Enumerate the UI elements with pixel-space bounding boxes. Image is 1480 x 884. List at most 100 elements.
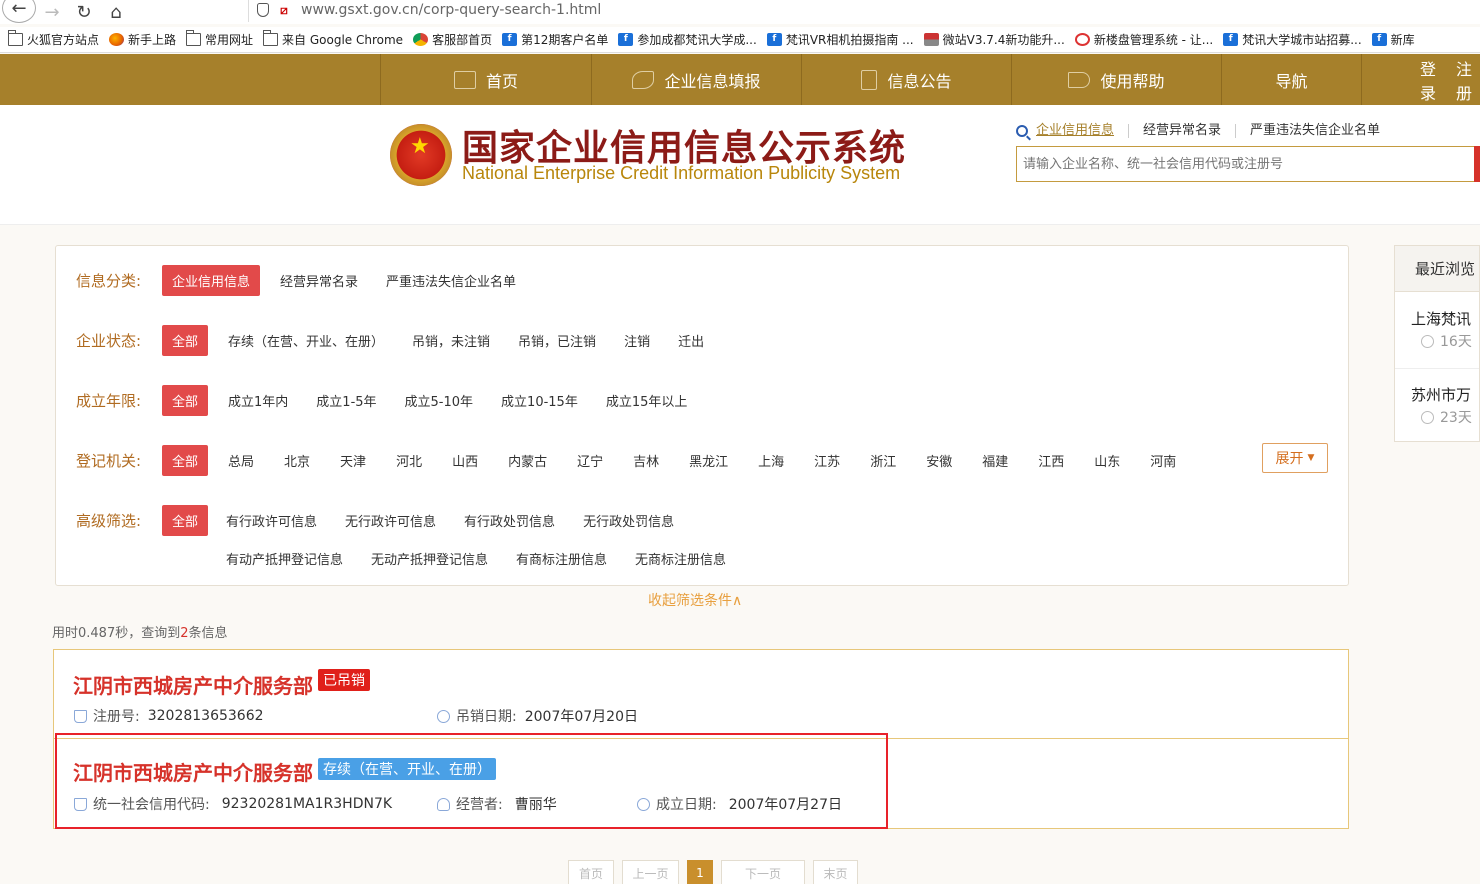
filter-option[interactable]: 安徽 — [926, 451, 952, 470]
insecure-lock-icon[interactable]: ⧄ — [277, 3, 291, 17]
filter-option[interactable]: 江西 — [1038, 451, 1064, 470]
filter-option[interactable]: 福建 — [982, 451, 1008, 470]
bookmark-item[interactable]: 常用网址 — [186, 30, 253, 48]
results-list: 江阴市西城房产中介服务部 已吊销 注册号: 3202813653662 吊销日期… — [53, 649, 1349, 829]
recent-views-panel: 最近浏览 上海梵讯 16天 苏州市万 23天 — [1394, 245, 1480, 442]
filter-option[interactable]: 天津 — [340, 451, 366, 470]
filter-option[interactable]: 河北 — [396, 451, 422, 470]
result-item[interactable]: 江阴市西城房产中介服务部 存续（在营、开业、在册） 统一社会信用代码: 9232… — [54, 739, 1348, 828]
bookmark-item[interactable]: 客服部首页 — [413, 31, 492, 48]
nav-report[interactable]: 企业信息填报 — [591, 54, 801, 105]
site-title-en: National Enterprise Credit Information P… — [462, 163, 901, 183]
filter-option[interactable]: 严重违法失信企业名单 — [386, 271, 516, 290]
national-emblem-icon — [390, 124, 452, 186]
filter-option[interactable]: 迁出 — [678, 331, 704, 350]
bookmark-item[interactable]: f 第12期客户名单 — [502, 31, 608, 48]
bookmark-item[interactable]: f 新库 — [1371, 31, 1415, 48]
nav-guide[interactable]: 导航 — [1221, 54, 1361, 105]
filter-option[interactable]: 有行政处罚信息 — [464, 511, 555, 530]
url-bar[interactable]: ⧄ www.gsxt.gov.cn/corp-query-search-1.ht… — [248, 0, 1480, 22]
filter-option[interactable]: 山西 — [452, 451, 478, 470]
reload-icon[interactable]: ↻ — [68, 0, 100, 24]
filter-option[interactable]: 北京 — [284, 451, 310, 470]
filter-option[interactable]: 总局 — [228, 451, 254, 470]
firefox-icon — [109, 33, 125, 46]
fanxun-icon: f — [1223, 33, 1239, 46]
search-tab-credit[interactable]: 企业信用信息 — [1030, 124, 1130, 138]
filter-option[interactable]: 注销 — [624, 331, 650, 350]
bookmark-item[interactable]: f 参加成都梵讯大学成... — [618, 31, 757, 48]
back-arrow-icon[interactable]: ← — [2, 0, 36, 23]
collapse-filters-link[interactable]: 收起筛选条件∧ — [648, 590, 742, 610]
nav-help[interactable]: 使用帮助 — [1011, 54, 1221, 105]
filter-option-selected[interactable]: 全部 — [162, 325, 209, 356]
company-name-link[interactable]: 江阴市西城房产中介服务部 — [73, 757, 313, 786]
filter-option[interactable]: 无商标注册信息 — [635, 549, 726, 568]
bookmark-item[interactable]: 微站V3.7.4新功能升... — [923, 31, 1065, 48]
filter-option[interactable]: 无行政许可信息 — [345, 511, 436, 530]
bookmark-item[interactable]: 火狐官方站点 — [8, 30, 99, 48]
page-1-button[interactable]: 1 — [687, 860, 713, 884]
filter-option[interactable]: 有行政许可信息 — [226, 511, 317, 530]
next-page-button[interactable]: 下一页 — [721, 860, 805, 884]
filter-option[interactable]: 上海 — [758, 451, 784, 470]
filter-option[interactable]: 成立1-5年 — [316, 391, 376, 410]
last-page-button[interactable]: 末页 — [813, 860, 858, 884]
filter-option-selected[interactable]: 全部 — [162, 505, 209, 536]
filter-option[interactable]: 吊销，已注销 — [518, 331, 596, 350]
filter-option[interactable]: 吉林 — [633, 451, 659, 470]
filter-option[interactable]: 存续（在营、开业、在册） — [228, 331, 384, 350]
prev-page-button[interactable]: 上一页 — [622, 860, 679, 884]
filter-option[interactable]: 无行政处罚信息 — [583, 511, 674, 530]
filter-option[interactable]: 辽宁 — [577, 451, 603, 470]
search-button[interactable] — [1474, 146, 1480, 182]
house-icon — [923, 33, 939, 46]
shield-icon[interactable] — [257, 3, 269, 17]
registration-number: 注册号: 3202813653662 — [74, 706, 264, 726]
filter-option[interactable]: 浙江 — [870, 451, 896, 470]
filter-option[interactable]: 成立1年内 — [228, 391, 288, 410]
filter-option[interactable]: 黑龙江 — [689, 451, 728, 470]
filter-row-category: 信息分类: 企业信用信息 经营异常名录 严重违法失信企业名单 — [76, 265, 544, 296]
filter-option-selected[interactable]: 全部 — [162, 385, 209, 416]
login-link[interactable]: 登录 — [1420, 56, 1444, 104]
filter-option[interactable]: 有动产抵押登记信息 — [226, 549, 343, 568]
expand-button[interactable]: 展开 ▼ — [1262, 443, 1328, 473]
filter-option[interactable]: 无动产抵押登记信息 — [371, 549, 488, 568]
filter-option[interactable]: 吊销，未注销 — [412, 331, 490, 350]
nav-notice[interactable]: 信息公告 — [801, 54, 1011, 105]
bookmark-item[interactable]: f 梵讯大学城市站招募... — [1223, 31, 1362, 48]
filter-option[interactable]: 山东 — [1094, 451, 1120, 470]
search-input[interactable] — [1016, 146, 1476, 182]
result-item[interactable]: 江阴市西城房产中介服务部 已吊销 注册号: 3202813653662 吊销日期… — [54, 650, 1348, 739]
bookmark-item[interactable]: 新楼盘管理系统 - 让... — [1074, 31, 1213, 48]
filter-option[interactable]: 江苏 — [814, 451, 840, 470]
search-tab-abnormal[interactable]: 经营异常名录 — [1129, 124, 1237, 138]
filter-option-selected[interactable]: 全部 — [162, 445, 209, 476]
bookmark-item[interactable]: f 梵讯VR相机拍摄指南 ... — [766, 31, 914, 48]
filter-option[interactable]: 成立15年以上 — [606, 391, 688, 410]
search-tabs: 企业信用信息 经营异常名录 严重违法失信企业名单 — [1016, 124, 1394, 138]
nav-home[interactable]: 首页 — [380, 54, 591, 105]
home-icon[interactable]: ⌂ — [100, 0, 132, 24]
forward-arrow-icon[interactable]: → — [36, 0, 68, 24]
url-text[interactable]: www.gsxt.gov.cn/corp-query-search-1.html — [301, 2, 601, 18]
company-name-link[interactable]: 江阴市西城房产中介服务部 — [73, 670, 313, 699]
recent-item[interactable]: 上海梵讯 16天 — [1411, 308, 1472, 351]
filter-option[interactable]: 内蒙古 — [508, 451, 547, 470]
filter-option[interactable]: 有商标注册信息 — [516, 549, 607, 568]
monitor-icon — [453, 70, 476, 89]
bookmark-item[interactable]: 新手上路 — [109, 31, 176, 48]
filter-option[interactable]: 成立5-10年 — [405, 391, 474, 410]
filter-label: 成立年限: — [76, 392, 142, 410]
filter-option[interactable]: 河南 — [1150, 451, 1176, 470]
recent-item[interactable]: 苏州市万 23天 — [1411, 384, 1472, 427]
filter-option[interactable]: 经营异常名录 — [280, 271, 358, 290]
filter-option-selected[interactable]: 企业信用信息 — [162, 265, 261, 296]
bookmark-item[interactable]: 来自 Google Chrome — [263, 30, 403, 48]
register-link[interactable]: 注册 — [1456, 56, 1480, 104]
search-tab-blacklist[interactable]: 严重违法失信企业名单 — [1236, 124, 1394, 138]
fanxun-icon: f — [618, 33, 634, 46]
first-page-button[interactable]: 首页 — [568, 860, 614, 884]
filter-option[interactable]: 成立10-15年 — [501, 391, 578, 410]
